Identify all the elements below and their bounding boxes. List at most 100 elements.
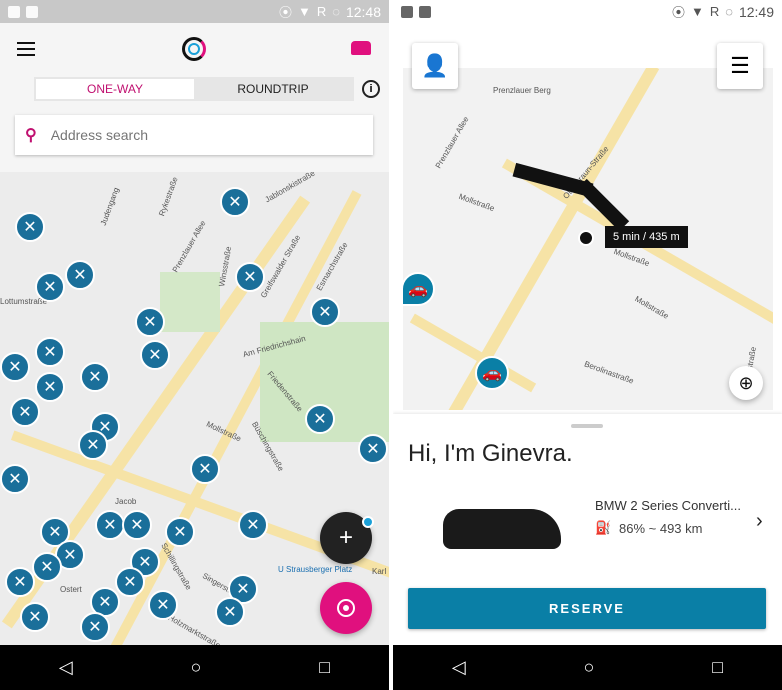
status-bar: ⦿ ▼ R ◌ 12:48 — [0, 0, 389, 23]
home-button[interactable]: ○ — [191, 657, 202, 678]
filter-button[interactable]: ☰ — [717, 43, 763, 89]
map-label: Ostert — [60, 585, 82, 594]
car-pin[interactable]: ✕ — [95, 510, 125, 540]
car-image — [443, 509, 561, 549]
search-icon: ⚲ — [25, 127, 37, 144]
clock: 12:49 — [738, 3, 774, 20]
carrier: R — [316, 4, 327, 19]
image-icon — [26, 5, 38, 18]
car-pin[interactable]: ✕ — [80, 612, 110, 642]
car-pin[interactable]: ✕ — [235, 262, 265, 292]
wifi-icon: ▼ — [297, 4, 311, 19]
car-pin[interactable]: ✕ — [238, 510, 268, 540]
car-pin[interactable]: ✕ — [140, 340, 170, 370]
car-pin[interactable]: ✕ — [35, 372, 65, 402]
address-search[interactable]: ⚲ — [15, 115, 373, 155]
locate-button[interactable] — [320, 582, 372, 634]
sheet-handle[interactable] — [571, 424, 603, 428]
car-pin[interactable]: 🚗 — [403, 272, 435, 306]
car-pin[interactable]: ✕ — [0, 352, 30, 382]
car-pin[interactable]: ✕ — [310, 297, 340, 327]
clock: 12:48 — [345, 3, 381, 20]
left-screen: ⦿ ▼ R ◌ 12:48 ONE-WAY ROUNDTRIP i ⚲ Jude… — [0, 0, 389, 690]
recents-button[interactable]: □ — [712, 657, 723, 678]
chevron-right-icon[interactable]: › — [756, 510, 763, 533]
car-pin[interactable]: ✕ — [358, 434, 388, 464]
map-label: U Strausberger Platz — [278, 565, 353, 574]
home-button[interactable]: ○ — [584, 657, 595, 678]
map-label: Schillingstraße — [159, 541, 194, 592]
notification-dot — [362, 516, 374, 528]
tab-roundtrip[interactable]: ROUNDTRIP — [194, 79, 352, 99]
car-pin[interactable]: ✕ — [190, 454, 220, 484]
car-pin[interactable]: ✕ — [78, 430, 108, 460]
sync-icon: ◌ — [332, 4, 340, 19]
notification-icon — [8, 5, 20, 18]
greeting: Hi, I'm Ginevra. — [408, 440, 573, 467]
car-pin[interactable]: ✕ — [122, 510, 152, 540]
car-pin[interactable]: ✕ — [35, 337, 65, 367]
user-location-icon — [578, 230, 594, 246]
car-pin[interactable]: ✕ — [32, 552, 62, 582]
location-icon: ⦿ — [671, 5, 685, 20]
map-label: Jacob — [115, 497, 137, 506]
wifi-icon: ▼ — [690, 4, 704, 19]
map[interactable]: Judengang Rykestraße Jablonskistraße Pre… — [0, 172, 389, 645]
hamburger-icon[interactable] — [17, 42, 35, 56]
back-button[interactable]: ◁ — [59, 657, 73, 678]
sync-icon: ◌ — [725, 4, 733, 19]
system-nav-bar: ◁ ○ □ — [393, 645, 782, 690]
car-pin[interactable]: ✕ — [148, 590, 178, 620]
map-label: Prenzlauer Allee — [433, 115, 471, 170]
image-icon — [419, 5, 431, 18]
map-label: Prenzlauer Berg — [493, 86, 551, 95]
map-label: Berolinastraße — [583, 359, 636, 386]
car-name[interactable]: BMW 2 Series Converti... — [595, 498, 741, 513]
map-label: Rykestraße — [157, 175, 180, 218]
map-label: Jablonskistraße — [263, 172, 317, 205]
map-label: Winsstraße — [217, 245, 234, 288]
car-pin[interactable]: ✕ — [115, 567, 145, 597]
car-pin[interactable]: ✕ — [35, 272, 65, 302]
car-pin[interactable]: ✕ — [20, 602, 50, 632]
car-pin[interactable]: ✕ — [215, 597, 245, 627]
fuel-icon: ⛽ — [595, 520, 612, 535]
recents-button[interactable]: □ — [319, 657, 330, 678]
car-pin[interactable]: ✕ — [305, 404, 335, 434]
back-button[interactable]: ◁ — [452, 657, 466, 678]
profile-button[interactable]: 👤 — [412, 43, 458, 89]
system-nav-bar: ◁ ○ □ — [0, 645, 389, 690]
route-badge: 5 min / 435 m — [605, 226, 688, 248]
locate-icon — [337, 599, 355, 617]
ring-logo — [182, 37, 206, 61]
car-pin[interactable]: 🚗 — [475, 356, 509, 390]
map-label: Holzmarktstraße — [166, 612, 223, 645]
status-bar: ⦿ ▼ R ◌ 12:49 — [393, 0, 782, 23]
car-icon[interactable] — [351, 41, 371, 55]
map-label: Mollstraße — [457, 191, 496, 214]
locate-button[interactable]: ⊕ — [729, 366, 763, 400]
trip-type-tabs: ONE-WAY ROUNDTRIP — [34, 77, 354, 101]
tab-one-way[interactable]: ONE-WAY — [36, 79, 194, 99]
car-pin[interactable]: ✕ — [80, 362, 110, 392]
car-pin[interactable]: ✕ — [5, 567, 35, 597]
fuel-level: 86% ~ 493 km — [619, 521, 703, 536]
location-icon: ⦿ — [278, 5, 292, 20]
sliders-icon: ☰ — [730, 53, 750, 78]
search-input[interactable] — [50, 127, 331, 143]
map-label: Judengang — [98, 186, 121, 227]
right-screen: ⦿ ▼ R ◌ 12:49 Prenzlauer Berg Prenzlauer… — [393, 0, 782, 690]
map-label: Mollstraße — [633, 294, 671, 321]
map[interactable]: Prenzlauer Berg Prenzlauer Allee Mollstr… — [403, 68, 773, 410]
carrier: R — [709, 4, 720, 19]
car-pin[interactable]: ✕ — [65, 260, 95, 290]
map-label: Prenzlauer Allee — [170, 219, 208, 274]
reserve-button[interactable]: RESERVE — [408, 588, 766, 629]
car-pin[interactable]: ✕ — [135, 307, 165, 337]
car-pin[interactable]: ✕ — [220, 187, 250, 217]
car-pin[interactable]: ✕ — [10, 397, 40, 427]
car-pin[interactable]: ✕ — [165, 517, 195, 547]
info-icon[interactable]: i — [362, 80, 380, 98]
car-pin[interactable]: ✕ — [0, 464, 30, 494]
car-pin[interactable]: ✕ — [15, 212, 45, 242]
